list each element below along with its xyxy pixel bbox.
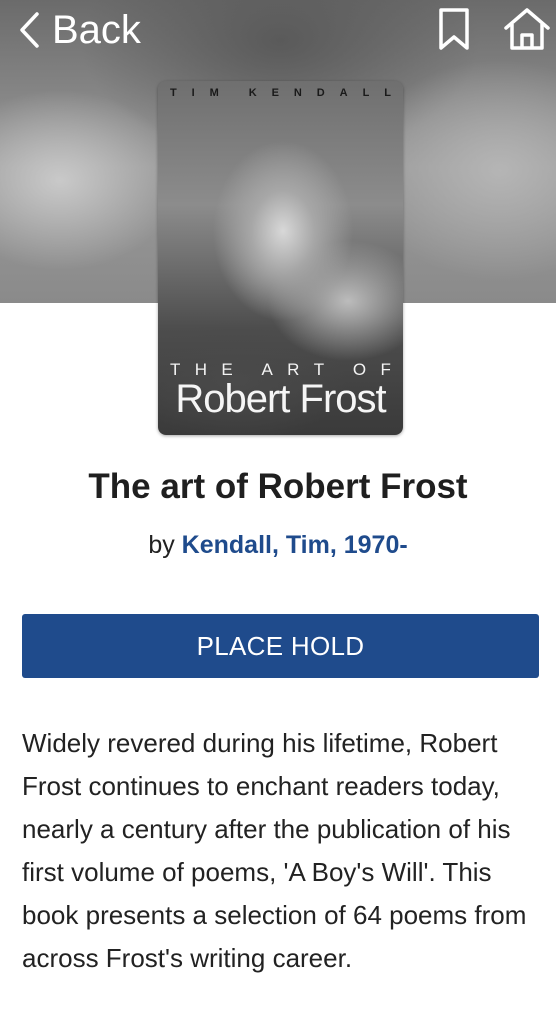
cover-letter: L — [362, 87, 370, 99]
cover-letter: D — [316, 87, 325, 99]
book-description: Widely revered during his lifetime, Robe… — [22, 728, 527, 973]
book-title: The art of Robert Frost — [88, 467, 468, 506]
bookmark-button[interactable] — [436, 6, 472, 57]
cover-letter: K — [248, 87, 257, 99]
by-label: by — [148, 531, 175, 559]
byline: by Kendall, Tim, 1970- — [0, 531, 556, 560]
bookmark-icon — [436, 8, 472, 56]
chevron-left-icon — [18, 11, 40, 49]
cover-letter: L — [384, 87, 391, 99]
top-bar: Back — [0, 0, 556, 60]
cover-author: T I M K E N D A L L — [158, 87, 403, 99]
cover-letter: E — [271, 87, 279, 99]
book-cover: T I M K E N D A L L T H E A R T O F Robe… — [158, 81, 403, 435]
home-button[interactable] — [502, 6, 552, 57]
place-hold-button[interactable]: PLACE HOLD — [22, 614, 539, 678]
back-label: Back — [52, 7, 141, 52]
cover-letter: I — [191, 87, 195, 99]
cover-letter: N — [293, 87, 302, 99]
cover-letter: A — [339, 87, 348, 99]
home-icon — [502, 8, 552, 56]
cover-letter: T — [170, 87, 177, 99]
cover-letter: M — [209, 87, 219, 99]
back-button[interactable]: Back — [18, 6, 141, 54]
cover-title: Robert Frost — [175, 377, 386, 421]
author-link[interactable]: Kendall, Tim, 1970- — [182, 531, 408, 559]
